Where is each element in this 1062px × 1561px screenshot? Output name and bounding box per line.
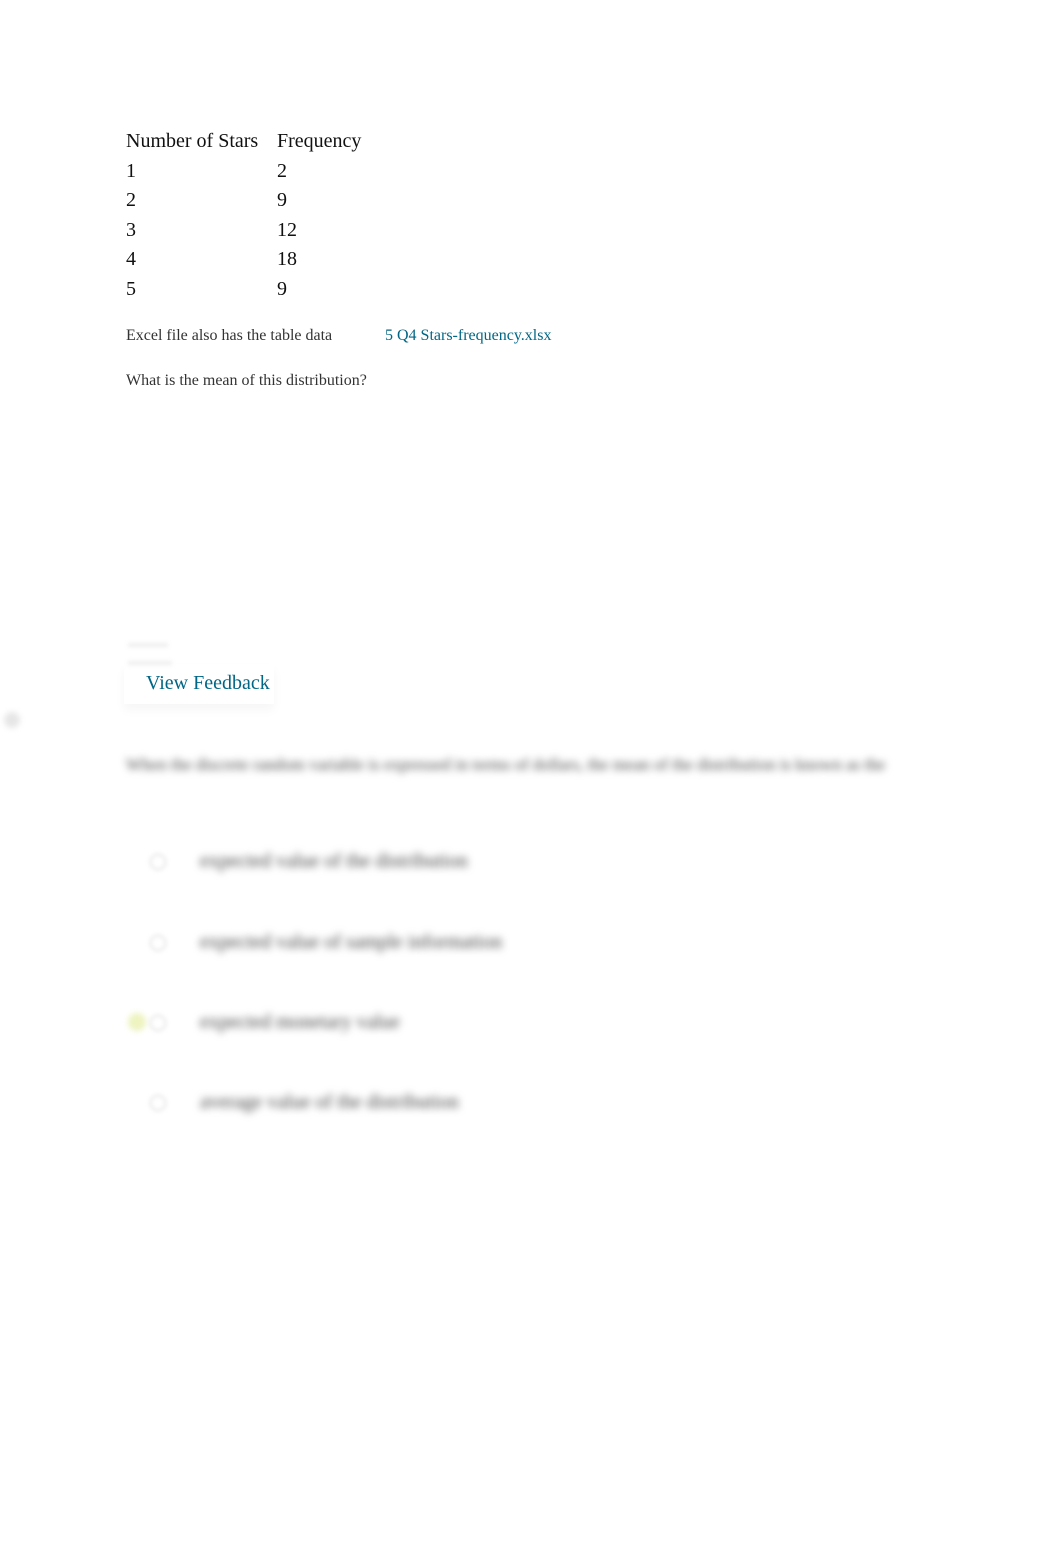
radio-icon[interactable]	[150, 853, 166, 870]
radio-icon[interactable]	[150, 934, 166, 951]
cell: 5	[126, 277, 136, 300]
answer-option[interactable]: average value of the distribution	[150, 1091, 459, 1114]
option-label: average value of the distribution	[200, 1091, 459, 1113]
faded-divider	[128, 634, 238, 665]
excel-file-link[interactable]: 5 Q4 Stars-frequency.xlsx	[385, 327, 551, 345]
table-row: 29	[126, 186, 361, 216]
radio-icon[interactable]	[150, 1014, 166, 1031]
table-row: 59	[126, 275, 361, 305]
cell: 9	[277, 189, 287, 211]
view-feedback-link[interactable]: View Feedback	[146, 672, 270, 695]
option-label: expected monetary value	[200, 1011, 400, 1033]
excel-note: Excel file also has the table data	[126, 327, 333, 344]
table-row: 3 12	[126, 216, 361, 246]
table-header: Number of Stars Frequency	[126, 127, 361, 157]
table-row: 4 18	[126, 245, 361, 275]
table-row: 12	[126, 157, 361, 187]
answer-option[interactable]: expected monetary value	[150, 1011, 400, 1034]
answer-option[interactable]: expected value of sample information	[150, 931, 502, 954]
option-label: expected value of sample information	[200, 931, 503, 953]
answer-option[interactable]: expected value of the distribution	[150, 850, 468, 873]
cell: 2	[126, 189, 136, 211]
cell: 18	[277, 248, 297, 270]
radio-icon[interactable]	[150, 1094, 166, 1111]
next-question-text: When the discrete random variable is exp…	[126, 755, 886, 774]
cell: 4	[126, 248, 136, 270]
side-marker-icon	[4, 712, 20, 728]
cell: 2	[277, 159, 287, 182]
option-label: expected value of the distribution	[200, 850, 468, 872]
cell: 12	[277, 218, 297, 241]
cell: 3	[126, 218, 136, 241]
selected-answer-icon	[128, 1013, 146, 1031]
frequency-table: Number of Stars Frequency 12 29 3 12 4 18 …	[126, 127, 361, 304]
header-stars: Number of Stars	[126, 130, 259, 152]
cell: 9	[277, 277, 287, 300]
question-text: What is the mean of this distribution?	[126, 372, 367, 389]
header-frequency: Frequency	[277, 130, 362, 152]
cell: 1	[126, 159, 136, 182]
